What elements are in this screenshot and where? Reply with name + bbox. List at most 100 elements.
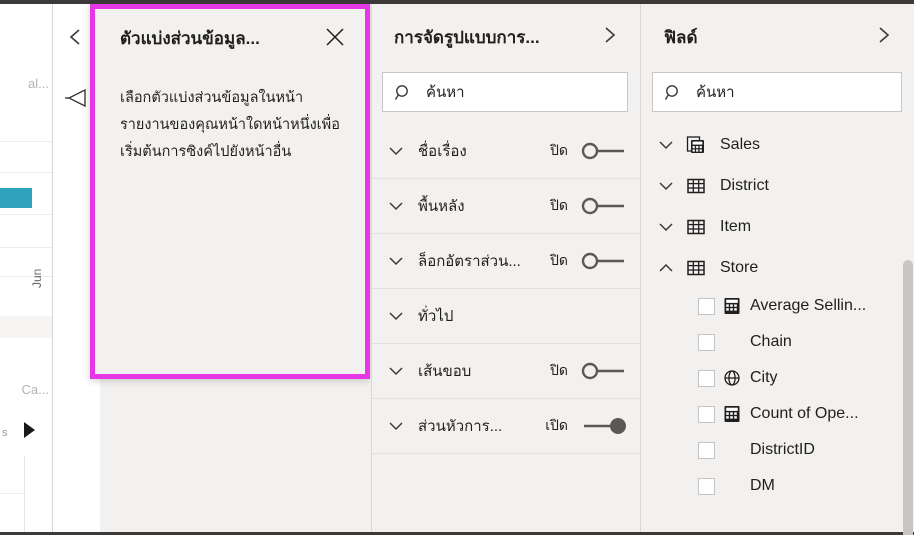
format-search-placeholder: ค้นหา [426, 84, 465, 101]
globe-icon [723, 369, 741, 387]
fields-table-row[interactable]: Store [642, 247, 914, 288]
canvas-category-label: Ca... [21, 382, 49, 397]
format-option-row[interactable]: ทั่วไป [372, 289, 640, 344]
fields-scrollbar-track[interactable] [901, 124, 914, 535]
canvas-bar [0, 188, 32, 208]
toggle-switch[interactable] [580, 140, 628, 162]
chevron-down-icon[interactable] [656, 176, 676, 196]
field-list-item[interactable]: DistrictID [642, 432, 914, 468]
format-search-input[interactable]: ค้นหา [382, 72, 628, 112]
canvas-gridline [0, 493, 24, 494]
format-options-list: ชื่อเรื่อง ปิด พื้นหลัง ปิด ล็อกอัตราส่วน...… [372, 124, 640, 532]
chevron-right-icon[interactable] [598, 24, 620, 46]
field-label: Count of Ope... [750, 405, 859, 422]
toggle-switch[interactable] [580, 360, 628, 382]
field-label: Chain [750, 333, 792, 350]
callout-title: ตัวแบ่งส่วนข้อมูล... [120, 29, 260, 48]
fields-tree: Sales District Item Store Average Sellin... C… [642, 124, 914, 532]
fields-pane-title: ฟิลด์ [664, 28, 698, 47]
fields-table-row[interactable]: Item [642, 206, 914, 247]
canvas-gridline [0, 214, 52, 215]
field-icon-placeholder [723, 441, 741, 459]
fields-pane-header: ฟิลด์ [642, 4, 914, 72]
measure-icon [723, 405, 741, 423]
field-list-item[interactable]: Chain [642, 324, 914, 360]
format-option-label: ส่วนหัวการ... [418, 418, 503, 435]
canvas-gridline [0, 276, 52, 277]
field-checkbox[interactable] [698, 441, 715, 459]
field-label: City [750, 369, 778, 386]
format-option-label: พื้นหลัง [418, 198, 465, 215]
canvas-rotated-label: Jun [30, 268, 44, 288]
table-icon [686, 258, 706, 278]
toggle-switch[interactable] [580, 195, 628, 217]
format-pane-title: การจัดรูปแบบการ... [394, 28, 540, 47]
chevron-down-icon[interactable] [386, 306, 406, 326]
field-icon-placeholder [723, 333, 741, 351]
field-list-item[interactable]: DM [642, 468, 914, 504]
search-icon [394, 83, 413, 102]
format-option-row[interactable]: ชื่อเรื่อง ปิด [372, 124, 640, 179]
chevron-down-icon[interactable] [386, 416, 406, 436]
chevron-down-icon[interactable] [386, 196, 406, 216]
chevron-down-icon[interactable] [656, 217, 676, 237]
format-option-label: เส้นขอบ [418, 363, 472, 380]
field-list-item[interactable]: Count of Ope... [642, 396, 914, 432]
chevron-down-icon[interactable] [656, 135, 676, 155]
chevron-down-icon[interactable] [386, 141, 406, 161]
close-icon[interactable] [323, 25, 347, 49]
canvas-row-stub: s [2, 427, 8, 439]
canvas-gridline [0, 247, 52, 248]
table-icon [686, 176, 706, 196]
chevron-down-icon[interactable] [386, 361, 406, 381]
fields-pane: ฟิลด์ ค้นหา Sales District Item Store Averag… [642, 4, 914, 535]
search-icon [664, 83, 683, 102]
field-label: DM [750, 477, 775, 494]
toggle-switch[interactable] [580, 250, 628, 272]
funnel-icon[interactable] [63, 86, 89, 110]
toggle-switch [580, 305, 628, 327]
format-option-row[interactable]: ส่วนหัวการ... เปิด [372, 399, 640, 454]
chevron-down-icon[interactable] [386, 251, 406, 271]
toggle-state-label: ปิด [550, 142, 568, 158]
format-option-row[interactable]: ล็อกอัตราส่วน... ปิด [372, 234, 640, 289]
toggle-state-label: เปิด [545, 417, 568, 433]
field-checkbox[interactable] [698, 369, 715, 387]
format-option-label: ล็อกอัตราส่วน... [418, 253, 521, 270]
fields-search-input[interactable]: ค้นหา [652, 72, 902, 112]
callout-header: ตัวแบ่งส่วนข้อมูล... [95, 9, 365, 65]
fields-scrollbar-thumb[interactable] [903, 260, 913, 535]
field-checkbox[interactable] [698, 333, 715, 351]
canvas-gridline [0, 141, 52, 142]
fields-table-row[interactable]: Sales [642, 124, 914, 165]
fields-table-row[interactable]: District [642, 165, 914, 206]
field-list-item[interactable]: City [642, 360, 914, 396]
field-checkbox[interactable] [698, 297, 715, 315]
sync-slicers-callout: ตัวแบ่งส่วนข้อมูล... เลือกตัวแบ่งส่วนข้อ… [90, 4, 370, 379]
fields-table-label: Item [720, 217, 752, 235]
field-checkbox[interactable] [698, 405, 715, 423]
field-checkbox[interactable] [698, 477, 715, 495]
format-pane: การจัดรูปแบบการ... ค้นหา ชื่อเรื่อง ปิด พื… [371, 4, 641, 532]
chevron-up-icon[interactable] [656, 258, 676, 278]
format-option-label: ชื่อเรื่อง [418, 143, 467, 160]
power-bi-report-window: al... Jun Ca... s ตัวกรอง [0, 0, 914, 535]
fields-table-label: Store [720, 258, 759, 276]
chevron-left-icon[interactable] [65, 26, 87, 48]
canvas-gridline [0, 172, 52, 173]
field-label: DistrictID [750, 441, 815, 458]
chevron-right-icon[interactable] [872, 24, 894, 46]
format-option-row[interactable]: พื้นหลัง ปิด [372, 179, 640, 234]
canvas-divider [24, 456, 25, 532]
fields-table-label: Sales [720, 135, 761, 153]
toggle-state-label: ปิด [550, 197, 568, 213]
toggle-switch[interactable] [580, 415, 628, 437]
play-axis-icon[interactable] [24, 422, 35, 438]
measure-icon [723, 297, 741, 315]
format-option-row[interactable]: เส้นขอบ ปิด [372, 344, 640, 399]
field-list-item[interactable]: Average Sellin... [642, 288, 914, 324]
format-option-label: ทั่วไป [418, 308, 454, 325]
format-pane-header: การจัดรูปแบบการ... [372, 4, 640, 72]
canvas-row-highlight [0, 316, 52, 338]
fields-search-placeholder: ค้นหา [696, 84, 735, 101]
